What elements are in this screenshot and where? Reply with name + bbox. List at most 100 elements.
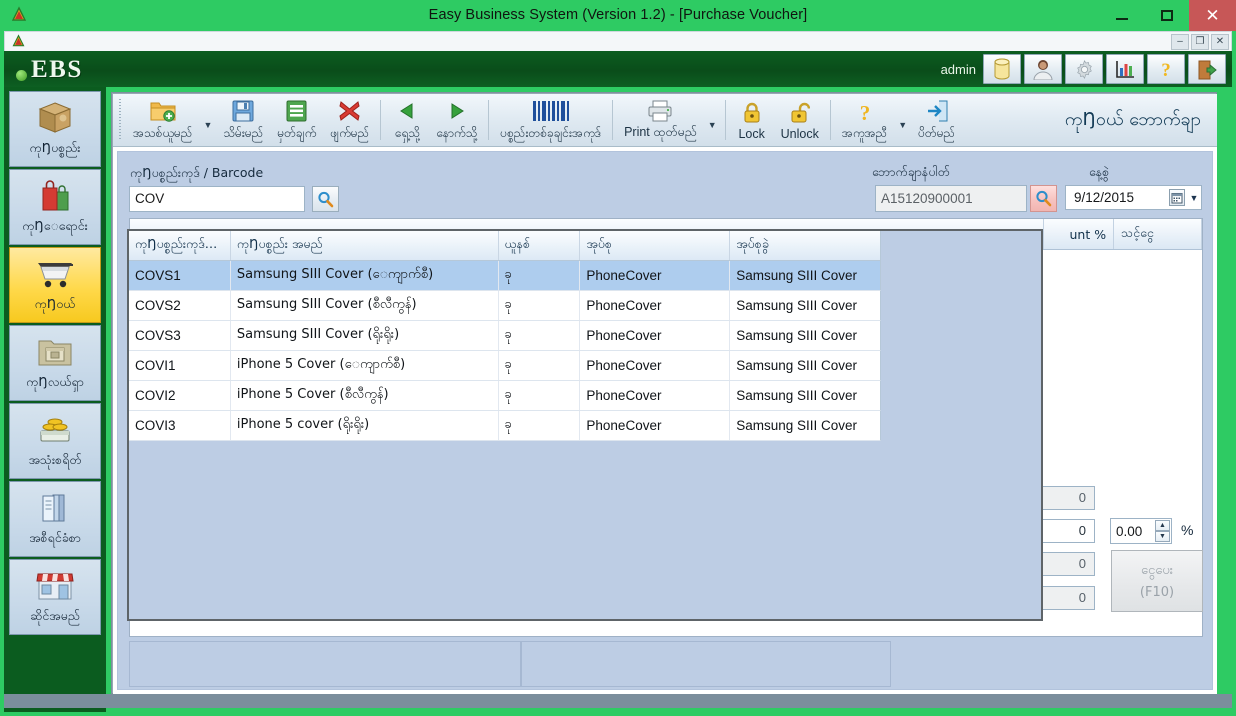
sidebar-item-sales[interactable]: ကုŊေရောင်း xyxy=(9,169,101,245)
help-dropdown-caret-icon[interactable]: ▼ xyxy=(894,120,911,130)
toolbar-button-label: အသစ်ယူမည် xyxy=(133,125,193,140)
autocomplete-col-group: အုပ်စု xyxy=(580,231,731,260)
autocomplete-results-grid[interactable]: ကုŊပစ္စည်းကုဒ်… ကုŊပစ္စည်း အမည် ယူနစ် အု… xyxy=(129,231,881,441)
pay-button[interactable]: ငွေပေး (F10) xyxy=(1111,550,1203,612)
toolbar-record-button[interactable]: မှတ်ချက် xyxy=(270,94,323,146)
autocomplete-row[interactable]: COVS1 Samsung SIII Cover (ေကျာက်စီ) ခု P… xyxy=(129,261,881,291)
cell-unit: ခု xyxy=(499,351,581,380)
cell-code: COVI3 xyxy=(129,411,231,440)
toolbar-grip[interactable] xyxy=(116,99,124,141)
product-autocomplete-dropdown[interactable]: ကုŊပစ္စည်းကုဒ်… ကုŊပစ္စည်း အမည် ယူနစ် အု… xyxy=(127,229,1043,621)
calendar-icon[interactable] xyxy=(1169,189,1185,206)
barcode-icon xyxy=(531,99,571,124)
toolbar-previous-button[interactable]: ရှေ့သို့ xyxy=(385,94,429,146)
sidebar-item-label: ကုŊဝယ် xyxy=(34,296,76,311)
exit-arrow-icon xyxy=(926,99,948,124)
toolbar-button-label: Print ထုတ်မည် xyxy=(624,124,697,139)
mdi-minimize-button[interactable]: – xyxy=(1171,34,1189,50)
window-title-bar: Easy Business System (Version 1.2) - [Pu… xyxy=(0,0,1236,31)
new-dropdown-caret-icon[interactable]: ▼ xyxy=(199,120,216,130)
cell-group: PhoneCover xyxy=(580,261,731,290)
cell-unit: ခု xyxy=(499,411,581,440)
cell-group: PhoneCover xyxy=(580,321,731,350)
maximize-button[interactable] xyxy=(1144,0,1189,31)
sidebar-item-reports[interactable]: အစီရင်ခံစာ xyxy=(9,481,101,557)
cell-name: iPhone 5 Cover (ေကျာက်စီ) xyxy=(231,351,499,380)
cell-code: COVS1 xyxy=(129,261,231,290)
toolbar-button-label: Lock xyxy=(738,126,765,141)
database-icon[interactable] xyxy=(983,54,1021,84)
toolbar-exit-button[interactable]: ပိတ်မည် xyxy=(911,94,962,146)
product-search-button[interactable] xyxy=(312,186,339,212)
toolbar-print-button[interactable]: Print ထုတ်မည် xyxy=(617,94,704,146)
page-title: ကုŊဝယ် ဘောက်ချာ xyxy=(1064,108,1201,130)
toolbar-button-label: အကူအညီ xyxy=(841,125,888,140)
sidebar-item-label: အသုံးစရိတ် xyxy=(28,452,82,467)
product-search-input[interactable]: COV xyxy=(129,186,305,212)
date-picker[interactable]: 9/12/2015 ▼ xyxy=(1065,185,1202,210)
toolbar-new-button[interactable]: အသစ်ယူမည် xyxy=(126,94,199,146)
cell-group: PhoneCover xyxy=(580,411,731,440)
report-books-icon xyxy=(37,489,73,527)
autocomplete-row[interactable]: COVI3 iPhone 5 cover (ရိုးရိုး) ခု Phone… xyxy=(129,411,881,441)
autocomplete-row[interactable]: COVI1 iPhone 5 Cover (ေကျာက်စီ) ခု Phone… xyxy=(129,351,881,381)
date-dropdown-caret-icon[interactable]: ▼ xyxy=(1187,193,1201,203)
help-question-icon[interactable]: ? xyxy=(1147,54,1185,84)
autocomplete-row[interactable]: COVI2 iPhone 5 Cover (စီလီကွန်) ခု Phone… xyxy=(129,381,881,411)
settings-gear-icon[interactable] xyxy=(1065,54,1103,84)
cell-name: Samsung SIII Cover (ေကျာက်စီ) xyxy=(231,261,499,290)
toolbar-separator xyxy=(829,100,831,140)
grid-header-discount-percent: unt % xyxy=(1044,219,1115,249)
sidebar-item-shop[interactable]: ဆိုင်အမည် xyxy=(9,559,101,635)
toolbar-barcode-button[interactable]: ပစ္စည်းတစ်ခုချင်းအကုဒ် xyxy=(493,94,608,146)
app-header: EBS admin ? xyxy=(4,51,1232,87)
user-account-icon[interactable] xyxy=(1024,54,1062,84)
discount-percent-stepper[interactable]: 0.00 ▲ ▼ xyxy=(1110,518,1172,544)
toolbar-lock-button[interactable]: Lock xyxy=(730,94,774,146)
stepper-buttons[interactable]: ▲ ▼ xyxy=(1155,520,1170,542)
window-title: Easy Business System (Version 1.2) - [Pu… xyxy=(428,7,808,23)
svg-text:?: ? xyxy=(1161,60,1171,80)
sidebar-item-expenses[interactable]: အသုံးစရိတ် xyxy=(9,403,101,479)
shop-store-icon xyxy=(36,567,74,605)
sidebar-item-inventory[interactable]: ကုŊလယ်ရှာ xyxy=(9,325,101,401)
cell-subgroup: Samsung SIII Cover xyxy=(736,328,858,343)
stepper-up-icon[interactable]: ▲ xyxy=(1155,520,1170,531)
inventory-folder-icon xyxy=(37,333,73,371)
exit-door-icon[interactable] xyxy=(1188,54,1226,84)
autocomplete-col-code: ကုŊပစ္စည်းကုဒ်… xyxy=(129,231,231,260)
brand-dot-icon xyxy=(16,70,27,81)
stepper-down-icon[interactable]: ▼ xyxy=(1155,531,1170,542)
toolbar-unlock-button[interactable]: Unlock xyxy=(774,94,826,146)
autocomplete-row[interactable]: COVS2 Samsung SIII Cover (စီလီကွန်) ခု P… xyxy=(129,291,881,321)
sidebar-item-products[interactable]: ကုŊပစ္စည်း xyxy=(9,91,101,167)
toolbar-button-label: ပစ္စည်းတစ်ခုချင်းအကုဒ် xyxy=(500,125,602,140)
toolbar-button-label: ဖျက်မည် xyxy=(330,125,370,140)
sidebar-item-label: ကုŊေရောင်း xyxy=(22,218,88,233)
chart-report-icon[interactable] xyxy=(1106,54,1144,84)
cell-unit: ခု xyxy=(499,321,581,350)
toolbar-help-button[interactable]: ? အကူအညီ xyxy=(835,94,894,146)
minimize-button[interactable] xyxy=(1099,0,1144,31)
cell-group: PhoneCover xyxy=(580,291,731,320)
toolbar-button-label: မှတ်ချက် xyxy=(277,125,317,140)
delete-x-icon xyxy=(338,99,361,124)
grid-header-total-amount: သင့်ငွေ xyxy=(1114,219,1202,249)
toolbar-delete-button[interactable]: ဖျက်မည် xyxy=(323,94,376,146)
voucher-number-input[interactable]: A15120900001 xyxy=(875,185,1027,212)
sidebar-item-purchase[interactable]: ကုŊဝယ် xyxy=(9,247,101,323)
cell-code: COVS3 xyxy=(129,321,231,350)
mdi-close-button[interactable]: ✕ xyxy=(1211,34,1229,50)
autocomplete-row[interactable]: COVS3 Samsung SIII Cover (ရိုးရိုး) ခု P… xyxy=(129,321,881,351)
toolbar-button-label: နောက်သို့ xyxy=(436,125,478,140)
toolbar-save-button[interactable]: သိမ်းမည် xyxy=(216,94,270,146)
percent-symbol: % xyxy=(1181,522,1194,538)
current-user-label: admin xyxy=(940,62,976,77)
cell-code: COVS2 xyxy=(129,291,231,320)
voucher-search-button[interactable] xyxy=(1030,185,1057,212)
bottom-panel-left xyxy=(129,641,521,687)
toolbar-next-button[interactable]: နောက်သို့ xyxy=(429,94,484,146)
mdi-restore-button[interactable]: ❐ xyxy=(1191,34,1209,50)
print-dropdown-caret-icon[interactable]: ▼ xyxy=(704,120,721,130)
close-button[interactable]: ✕ xyxy=(1189,0,1236,31)
